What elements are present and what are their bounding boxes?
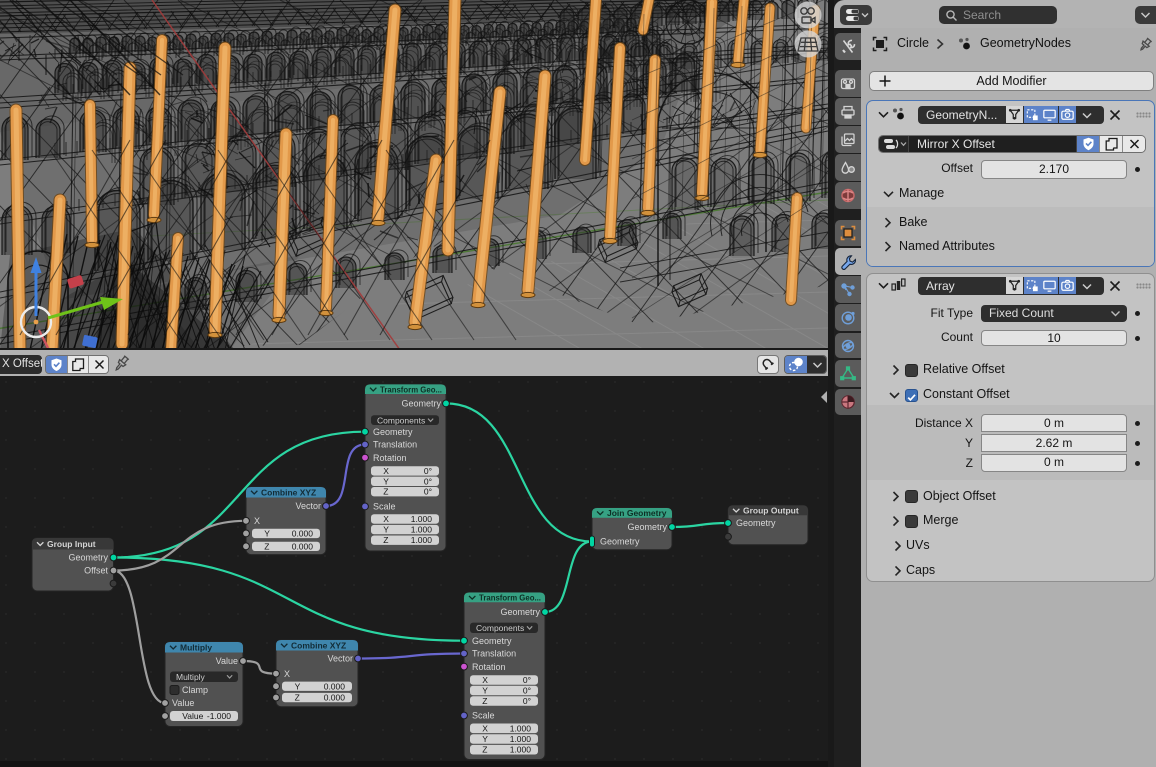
svg-text:Transform Geo...: Transform Geo... [479, 594, 541, 603]
svg-text:X: X [482, 675, 488, 685]
svg-text:Z: Z [295, 693, 300, 703]
svg-text:1.000: 1.000 [510, 745, 532, 755]
svg-text:Geometry: Geometry [373, 427, 413, 437]
svg-text:Translation: Translation [373, 440, 417, 450]
svg-text:0.000: 0.000 [324, 693, 346, 703]
svg-text:Value: Value [182, 711, 203, 721]
svg-text:Transform Geo...: Transform Geo... [380, 385, 442, 394]
svg-text:Translation: Translation [472, 649, 516, 659]
svg-text:Components: Components [377, 415, 425, 425]
svg-text:Geometry: Geometry [627, 522, 667, 532]
svg-text:0.000: 0.000 [292, 528, 314, 538]
svg-text:Geometry: Geometry [600, 537, 640, 547]
svg-text:0°: 0° [424, 466, 432, 476]
svg-text:X: X [284, 669, 290, 679]
svg-text:Join Geometry: Join Geometry [607, 508, 667, 518]
svg-text:Geometry: Geometry [500, 607, 540, 617]
svg-text:-1.000: -1.000 [207, 711, 231, 721]
svg-text:Geometry: Geometry [68, 553, 108, 563]
svg-text:Vector: Vector [295, 501, 321, 511]
svg-text:Value: Value [216, 656, 238, 666]
svg-text:Geometry: Geometry [472, 636, 512, 646]
svg-text:X: X [383, 466, 389, 476]
svg-text:Y: Y [482, 686, 488, 696]
svg-text:Y: Y [295, 681, 301, 691]
svg-text:Group Input: Group Input [47, 539, 96, 549]
svg-text:Multiply: Multiply [180, 642, 212, 652]
svg-text:1.000: 1.000 [411, 525, 433, 535]
svg-text:1.000: 1.000 [411, 514, 433, 524]
svg-text:Z: Z [264, 541, 269, 551]
svg-text:Y: Y [383, 476, 389, 486]
svg-text:Z: Z [482, 745, 487, 755]
svg-text:X: X [383, 514, 389, 524]
svg-text:1.000: 1.000 [411, 535, 433, 545]
svg-text:Z: Z [383, 535, 388, 545]
svg-text:Combine XYZ: Combine XYZ [291, 640, 346, 650]
svg-text:Rotation: Rotation [472, 662, 506, 672]
svg-text:Components: Components [476, 623, 524, 633]
svg-text:0°: 0° [424, 476, 432, 486]
svg-text:1.000: 1.000 [510, 734, 532, 744]
svg-text:Group Output: Group Output [743, 506, 799, 516]
svg-text:Geometry: Geometry [736, 518, 776, 528]
svg-text:0.000: 0.000 [292, 541, 314, 551]
svg-text:Value: Value [172, 698, 194, 708]
svg-text:1.000: 1.000 [510, 723, 532, 733]
svg-text:X: X [482, 723, 488, 733]
svg-text:0°: 0° [523, 675, 531, 685]
svg-text:Multiply: Multiply [176, 672, 206, 682]
svg-text:0°: 0° [523, 696, 531, 706]
svg-text:Rotation: Rotation [373, 453, 407, 463]
svg-text:Y: Y [383, 525, 389, 535]
svg-text:0°: 0° [424, 487, 432, 497]
svg-text:Z: Z [383, 487, 388, 497]
svg-text:Y: Y [482, 734, 488, 744]
svg-text:Clamp: Clamp [182, 685, 208, 695]
svg-text:Combine XYZ: Combine XYZ [261, 487, 316, 497]
svg-text:Y: Y [264, 528, 270, 538]
svg-text:Z: Z [482, 696, 487, 706]
svg-text:0°: 0° [523, 686, 531, 696]
svg-text:Scale: Scale [373, 502, 396, 512]
svg-text:X: X [254, 516, 260, 526]
svg-text:Vector: Vector [327, 654, 353, 664]
svg-text:0.000: 0.000 [324, 681, 346, 691]
svg-text:Offset: Offset [84, 566, 108, 576]
svg-text:Geometry: Geometry [401, 399, 441, 409]
svg-text:Scale: Scale [472, 711, 495, 721]
